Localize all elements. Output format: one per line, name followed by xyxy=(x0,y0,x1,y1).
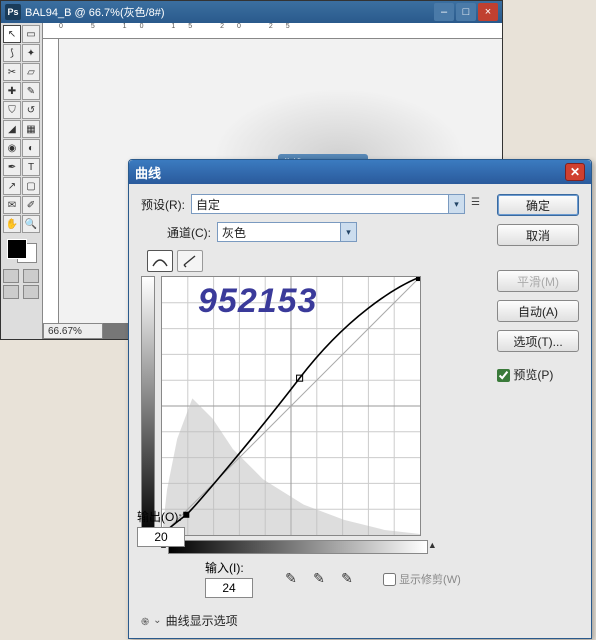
input-label: 输入(I): xyxy=(205,559,253,576)
preview-checkbox[interactable]: 预览(P) xyxy=(497,366,579,383)
preset-combo[interactable]: 自定 ▾ xyxy=(191,194,465,214)
cancel-button[interactable]: 取消 xyxy=(497,224,579,246)
preset-value: 自定 xyxy=(196,196,220,213)
pen-tool-icon[interactable]: ✒ xyxy=(3,158,21,176)
hand-tool-icon[interactable]: ✋ xyxy=(3,215,21,233)
zoom-status[interactable]: 66.67% xyxy=(43,323,103,339)
color-swatch[interactable] xyxy=(7,239,37,263)
show-clipping-input[interactable] xyxy=(383,573,396,586)
ruler-horizontal: 0 5 10 15 20 25 xyxy=(43,23,502,39)
curves-titlebar[interactable]: 曲线 ✕ xyxy=(129,160,591,184)
eraser-tool-icon[interactable]: ◢ xyxy=(3,120,21,138)
slice-tool-icon[interactable]: ▱ xyxy=(22,63,40,81)
gradient-tool-icon[interactable]: ▦ xyxy=(22,120,40,138)
zoom-tool-icon[interactable]: 🔍 xyxy=(22,215,40,233)
screenmode-icon[interactable] xyxy=(23,269,39,283)
photoshop-titlebar[interactable]: Ps BAL94_B @ 66.7%(灰色/8#) – □ × xyxy=(1,1,502,23)
shape-tool-icon[interactable]: ▢ xyxy=(22,177,40,195)
blur-tool-icon[interactable]: ◉ xyxy=(3,139,21,157)
photoshop-icon: Ps xyxy=(5,4,21,20)
curves-dialog: 曲线 ✕ 预设(R): 自定 ▾ ☰ 通道(C): 灰色 ▾ xyxy=(128,159,592,639)
display-options-disclosure[interactable]: ֍ ⌄ 曲线显示选项 xyxy=(141,612,485,629)
channel-label: 通道(C): xyxy=(167,224,211,241)
history-tool-icon[interactable]: ↺ xyxy=(22,101,40,119)
ok-button[interactable]: 确定 xyxy=(497,194,579,216)
quickmask2-icon[interactable] xyxy=(3,285,19,299)
dodge-tool-icon[interactable]: ◐ xyxy=(22,139,40,157)
pencil-icon xyxy=(181,254,199,268)
minimize-button[interactable]: – xyxy=(434,3,454,21)
brush-tool-icon[interactable]: ✎ xyxy=(22,82,40,100)
output-gradient xyxy=(141,276,155,536)
smooth-button: 平滑(M) xyxy=(497,270,579,292)
show-clipping-checkbox[interactable]: 显示修剪(W) xyxy=(383,571,461,587)
display-options-label: 曲线显示选项 xyxy=(166,612,238,629)
preview-input[interactable] xyxy=(497,369,510,382)
preset-label: 预设(R): xyxy=(141,196,185,213)
eyedropper-black-icon[interactable]: ✎ xyxy=(281,570,301,588)
screenmode2-icon[interactable] xyxy=(23,285,39,299)
curve-point[interactable] xyxy=(416,277,420,281)
crop-tool-icon[interactable]: ✂ xyxy=(3,63,21,81)
eyedropper-white-icon[interactable]: ✎ xyxy=(337,570,357,588)
chevron-down-icon: ▾ xyxy=(448,195,464,213)
eyedropper-tool-icon[interactable]: ✐ xyxy=(22,196,40,214)
eyedropper-gray-icon[interactable]: ✎ xyxy=(309,570,329,588)
preview-label: 预览(P) xyxy=(513,368,553,382)
wand-tool-icon[interactable]: ✦ xyxy=(22,44,40,62)
chevron-down-icon: ▾ xyxy=(340,223,356,241)
show-clipping-label: 显示修剪(W) xyxy=(399,574,461,586)
path-tool-icon[interactable]: ↗ xyxy=(3,177,21,195)
toolbox: ↖ ▭ ⟆ ✦ ✂ ▱ ✚ ✎ ⛉ ↺ ◢ ▦ ◉ ◐ ✒ T ↗ ▢ ✉ ✐ xyxy=(1,23,43,339)
photoshop-title: BAL94_B @ 66.7%(灰色/8#) xyxy=(25,4,165,20)
curve-icon xyxy=(151,254,169,268)
output-label: 输出(O): xyxy=(137,508,182,525)
output-field[interactable]: 20 xyxy=(137,527,185,547)
curves-graph[interactable] xyxy=(161,276,421,536)
close-button[interactable]: × xyxy=(478,3,498,21)
chevron-right-icon: ֍ xyxy=(141,614,149,628)
channel-value: 灰色 xyxy=(222,224,246,241)
ruler-vertical xyxy=(43,39,59,339)
heal-tool-icon[interactable]: ✚ xyxy=(3,82,21,100)
move-tool-icon[interactable]: ↖ xyxy=(3,25,21,43)
type-tool-icon[interactable]: T xyxy=(22,158,40,176)
maximize-button[interactable]: □ xyxy=(456,3,476,21)
stamp-tool-icon[interactable]: ⛉ xyxy=(3,101,21,119)
curves-title: 曲线 xyxy=(135,163,161,182)
lasso-tool-icon[interactable]: ⟆ xyxy=(3,44,21,62)
chevron-icon: ⌄ xyxy=(153,615,161,626)
curve-pencil-mode-button[interactable] xyxy=(177,250,203,272)
foreground-color-icon[interactable] xyxy=(7,239,27,259)
preset-menu-icon[interactable]: ☰ xyxy=(471,197,485,211)
curves-close-button[interactable]: ✕ xyxy=(565,163,585,181)
input-field[interactable]: 24 xyxy=(205,578,253,598)
channel-combo[interactable]: 灰色 ▾ xyxy=(217,222,357,242)
white-point-slider-icon[interactable]: ▲ xyxy=(428,540,437,550)
auto-button[interactable]: 自动(A) xyxy=(497,300,579,322)
quickmask-icon[interactable] xyxy=(3,269,19,283)
marquee-tool-icon[interactable]: ▭ xyxy=(22,25,40,43)
curve-draw-mode-button[interactable] xyxy=(147,250,173,272)
options-button[interactable]: 选项(T)... xyxy=(497,330,579,352)
notes-tool-icon[interactable]: ✉ xyxy=(3,196,21,214)
